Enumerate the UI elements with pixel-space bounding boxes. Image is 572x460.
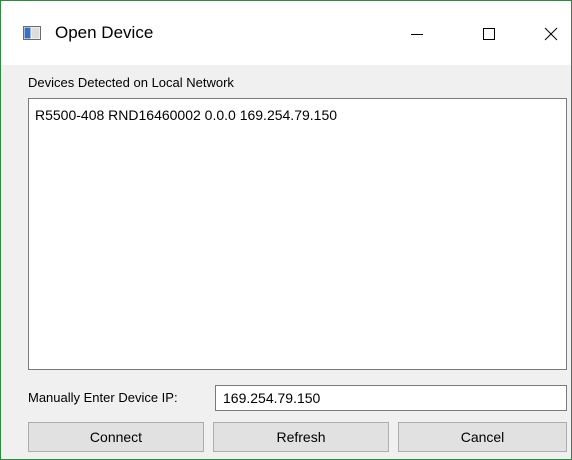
window-title: Open Device <box>55 23 154 42</box>
minimize-icon <box>411 34 423 35</box>
maximize-icon <box>483 28 495 40</box>
connect-button[interactable]: Connect <box>28 422 204 452</box>
device-ip-input[interactable] <box>215 385 567 411</box>
app-window-icon <box>23 26 41 40</box>
refresh-button[interactable]: Refresh <box>213 422 389 452</box>
cancel-button[interactable]: Cancel <box>398 422 567 452</box>
minimize-button[interactable] <box>397 19 437 49</box>
close-icon <box>544 27 558 41</box>
close-button[interactable] <box>531 19 571 49</box>
device-list[interactable]: R5500-408 RND16460002 0.0.0 169.254.79.1… <box>28 98 567 370</box>
manual-ip-label: Manually Enter Device IP: <box>28 390 178 405</box>
list-item[interactable]: R5500-408 RND16460002 0.0.0 169.254.79.1… <box>35 107 337 123</box>
devices-section-label: Devices Detected on Local Network <box>28 75 234 90</box>
open-device-dialog: Open Device Devices Detected on Local Ne… <box>0 0 572 460</box>
maximize-button[interactable] <box>469 19 509 49</box>
title-bar[interactable]: Open Device <box>1 1 571 65</box>
